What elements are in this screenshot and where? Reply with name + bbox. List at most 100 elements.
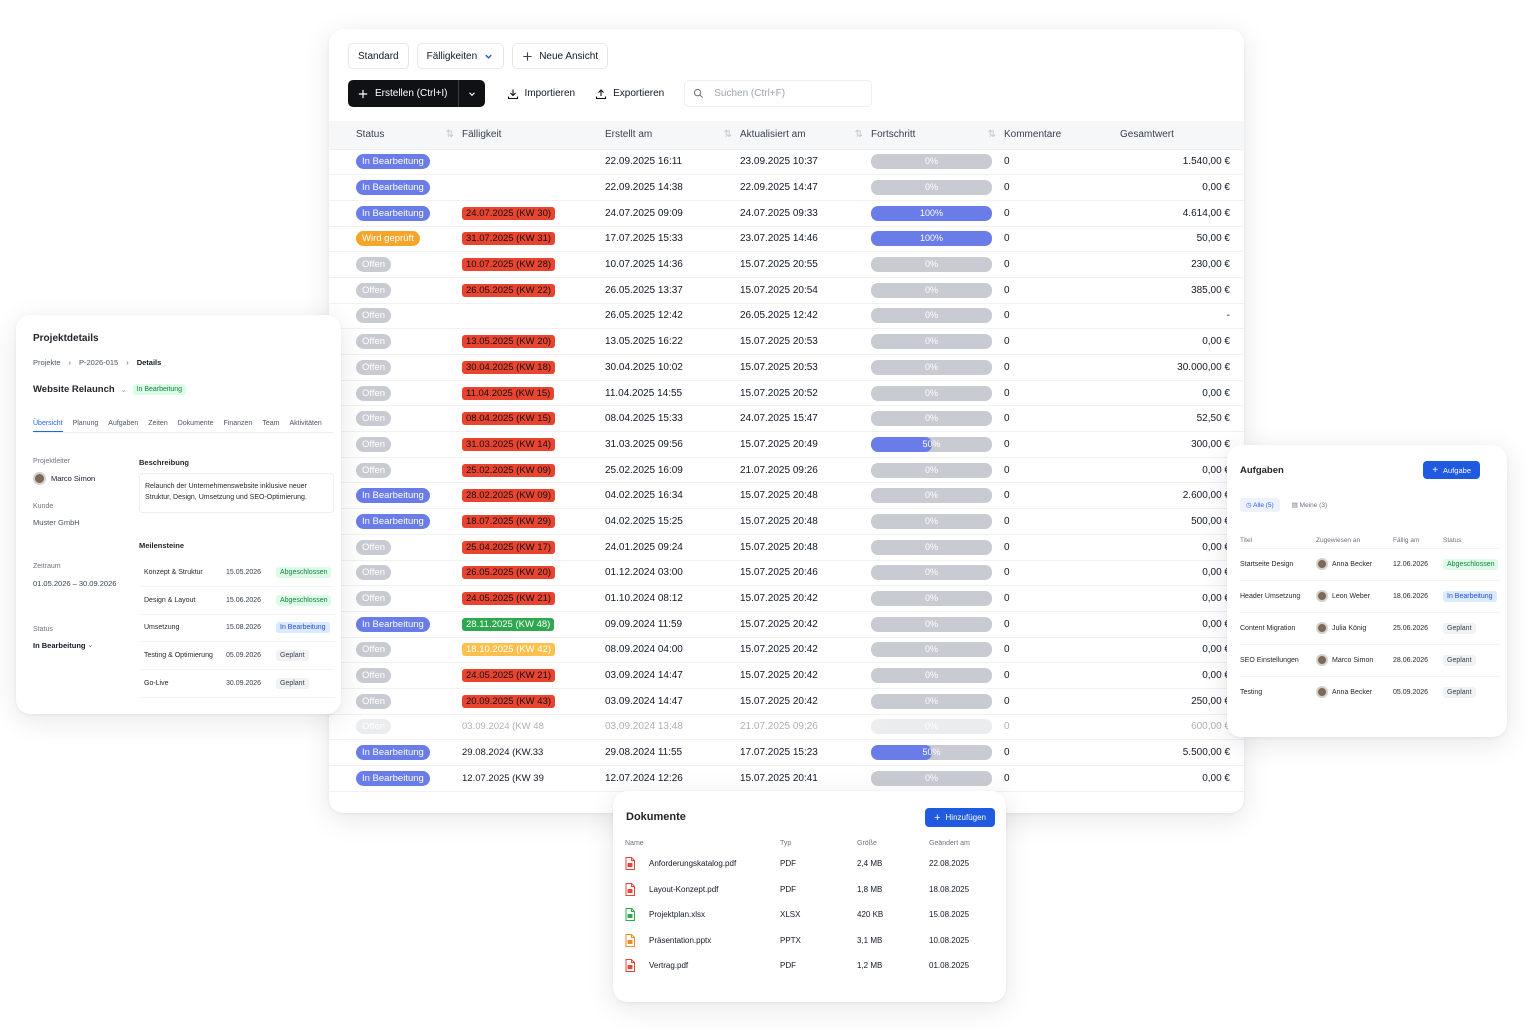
table-row[interactable]: Offen 24.05.2025 (KW 21) 01.10.2024 08:12 1… [329, 585, 1244, 612]
filter-all[interactable]: ◷ Alle (5) [1240, 498, 1280, 512]
status-badge[interactable]: In Bearbeitung [356, 154, 430, 170]
tab-5[interactable]: Finanzen [224, 420, 253, 432]
breadcrumb-item[interactable]: Projekte [33, 358, 61, 367]
cell-updated: 15.07.2025 20:42 [740, 637, 871, 664]
status-badge[interactable]: Offen [356, 642, 392, 658]
status-badge[interactable]: In Bearbeitung [356, 770, 430, 786]
table-row[interactable]: Offen 26.05.2025 (KW 22) 26.05.2025 13:37 1… [329, 277, 1244, 304]
table-row[interactable]: Offen 18.10.2025 (KW 42) 08.09.2024 04:00 1… [329, 637, 1244, 664]
status-badge[interactable]: Offen [356, 334, 392, 350]
table-row[interactable]: In Bearbeitung 12.07.2025 (KW 39 12.07.202… [329, 765, 1244, 792]
table-row[interactable]: In Bearbeitung 29.08.2024 (KW.33 29.08.202… [329, 739, 1244, 766]
chevron-down-icon[interactable]: ⌄ [121, 386, 127, 394]
table-row[interactable]: Offen 25.02.2025 (KW 09) 25.02.2025 16:09 2… [329, 457, 1244, 484]
breadcrumb-item[interactable]: P-2026-015 [79, 358, 118, 367]
tab-2[interactable]: Aufgaben [108, 420, 138, 432]
assignee-name: Marco Simon [1332, 656, 1374, 664]
status-badge[interactable]: In Bearbeitung [356, 488, 430, 504]
status-badge[interactable]: Offen [356, 668, 392, 684]
doc-name[interactable]: Layout-Konzept.pdf [649, 885, 718, 894]
doc-name[interactable]: Vertrag.pdf [649, 961, 688, 970]
view-due-dropdown[interactable]: Fälligkeiten [416, 43, 505, 69]
table-row[interactable]: Offen 13.05.2025 (KW 20) 13.05.2025 16:22 1… [329, 328, 1244, 355]
table-row[interactable]: Offen 25.04.2025 (KW 17) 24.01.2025 09:24 1… [329, 534, 1244, 561]
status-badge[interactable]: Offen [356, 359, 392, 375]
table-row[interactable]: Offen 03.09.2024 (KW 48 03.09.2024 13:48 21… [329, 714, 1244, 741]
table-row[interactable]: In Bearbeitung 28.02.2025 (KW 09) 04.02.20… [329, 482, 1244, 510]
status-badge[interactable]: Offen [356, 308, 392, 324]
status-badge[interactable]: Offen [356, 411, 392, 427]
doc-name[interactable]: Präsentation.pptx [649, 936, 711, 945]
document-row[interactable]: Layout-Konzept.pdf PDF 1,8 MB 18.08.2025 [625, 877, 985, 903]
table-row[interactable]: Offen 24.05.2025 (KW 21) 03.09.2024 14:47 1… [329, 662, 1244, 689]
col-progress[interactable]: Fortschritt ⇅ [871, 121, 1004, 150]
col-total[interactable]: Gesamtwert [1104, 121, 1244, 150]
col-comments[interactable]: Kommentare [1004, 121, 1104, 150]
view-standard-button[interactable]: Standard [348, 43, 409, 69]
status-badge[interactable]: Offen [356, 565, 392, 581]
col-due[interactable]: Fälligkeit [462, 121, 605, 150]
status-badge[interactable]: Offen [356, 282, 392, 298]
status-badge[interactable]: In Bearbeitung [356, 616, 430, 632]
document-row[interactable]: Projektplan.xlsx XLSX 420 KB 15.08.2025 [625, 902, 985, 928]
create-button[interactable]: Erstellen (Ctrl+I) [348, 80, 459, 107]
tab-0[interactable]: Übersicht [33, 420, 63, 432]
col-status[interactable]: Status ⇅ [329, 121, 462, 150]
status-badge[interactable]: Offen [356, 693, 392, 709]
task-row[interactable]: Content Migration Julia König 25.06.2026 Ge… [1240, 611, 1500, 644]
create-dropdown-toggle[interactable] [459, 80, 485, 107]
status-badge[interactable]: Offen [356, 591, 392, 607]
status-badge[interactable]: In Bearbeitung [356, 513, 430, 529]
document-row[interactable]: Präsentation.pptx PPTX 3,1 MB 10.08.2025 [625, 928, 985, 954]
status-badge[interactable]: Offen [356, 462, 392, 478]
export-button[interactable]: Exportieren [587, 80, 672, 107]
table-row[interactable]: Offen 26.05.2025 12:42 26.05.2025 12:42 0% 0… [329, 303, 1244, 330]
status-badge[interactable]: Wird geprüft [356, 231, 420, 247]
project-name: Website Relaunch [33, 384, 115, 395]
task-row[interactable]: Startseite Design Anna Becker 12.06.2026 Ab… [1240, 547, 1500, 580]
status-badge[interactable]: Offen [356, 539, 392, 555]
table-row[interactable]: In Bearbeitung 18.07.2025 (KW 29) 04.02.20… [329, 508, 1244, 535]
table-row[interactable]: Wird geprüft 31.07.2025 (KW 31) 17.07.2025… [329, 226, 1244, 253]
doc-name[interactable]: Anforderungskatalog.pdf [649, 859, 736, 868]
new-view-button[interactable]: Neue Ansicht [512, 43, 609, 69]
status-badge[interactable]: Offen [356, 257, 392, 273]
tab-4[interactable]: Dokumente [178, 420, 214, 432]
table-row[interactable]: Offen 26.05.2025 (KW 20) 01.12.2024 03:00 1… [329, 560, 1244, 587]
task-row[interactable]: Header Umsetzung Leon Weber 18.06.2026 In B… [1240, 579, 1500, 612]
add-document-button[interactable]: + Hinzufügen [925, 808, 995, 827]
status-badge[interactable]: Offen [356, 719, 392, 735]
tab-7[interactable]: Aktivitäten [289, 420, 321, 432]
table-row[interactable]: Offen 08.04.2025 (KW 15) 08.04.2025 15:33 2… [329, 405, 1244, 433]
table-row[interactable]: In Bearbeitung 22.09.2025 16:11 23.09.2025… [329, 149, 1244, 176]
tab-6[interactable]: Team [262, 420, 279, 432]
status-badge[interactable]: In Bearbeitung [356, 180, 430, 196]
table-row[interactable]: Offen 10.07.2025 (KW 28) 10.07.2025 14:36 1… [329, 251, 1244, 278]
search-input[interactable]: Suchen (Ctrl+F) [684, 80, 873, 107]
document-row[interactable]: Vertrag.pdf PDF 1,2 MB 01.08.2025 [625, 953, 985, 979]
import-button[interactable]: Importieren [499, 80, 584, 107]
table-row[interactable]: Offen 31.03.2025 (KW 14) 31.03.2025 09:56 1… [329, 431, 1244, 458]
table-row[interactable]: Offen 30.04.2025 (KW 18) 30.04.2025 10:02 1… [329, 354, 1244, 381]
tab-1[interactable]: Planung [73, 420, 99, 432]
col-created[interactable]: Erstellt am ⇅ [605, 121, 740, 150]
status-select[interactable]: In Bearbeitung ⌄ [33, 641, 93, 650]
status-badge[interactable]: Offen [356, 385, 392, 401]
task-row[interactable]: Testing Anna Becker 05.09.2026 Geplant [1240, 675, 1500, 708]
filter-mine[interactable]: ▤ Meine (3) [1290, 498, 1329, 512]
task-row[interactable]: SEO Einstellungen Marco Simon 28.06.2026 Ge… [1240, 643, 1500, 676]
table-row[interactable]: In Bearbeitung 22.09.2025 14:38 22.09.2025… [329, 174, 1244, 201]
status-badge[interactable]: In Bearbeitung [356, 205, 430, 221]
table-row[interactable]: In Bearbeitung 28.11.2025 (KW 48) 09.09.20… [329, 611, 1244, 638]
table-row[interactable]: In Bearbeitung 24.07.2025 (KW 30) 24.07.20… [329, 200, 1244, 227]
tab-3[interactable]: Zeiten [148, 420, 167, 432]
document-row[interactable]: Anforderungskatalog.pdf PDF 2,4 MB 22.08.20… [625, 851, 985, 877]
table-row[interactable]: Offen 20.09.2025 (KW 43) 03.09.2024 14:47 1… [329, 688, 1244, 715]
status-badge[interactable]: In Bearbeitung [356, 745, 430, 761]
status-badge[interactable]: Offen [356, 436, 392, 452]
description-field[interactable]: Relaunch der Unternehmenswebsite inklusi… [139, 473, 334, 513]
add-task-button[interactable]: + Aufgabe [1423, 461, 1480, 479]
doc-name[interactable]: Projektplan.xlsx [649, 910, 705, 919]
col-updated[interactable]: Aktualisiert am ⇅ [740, 121, 871, 150]
table-row[interactable]: Offen 11.04.2025 (KW 15) 11.04.2025 14:55 1… [329, 380, 1244, 407]
